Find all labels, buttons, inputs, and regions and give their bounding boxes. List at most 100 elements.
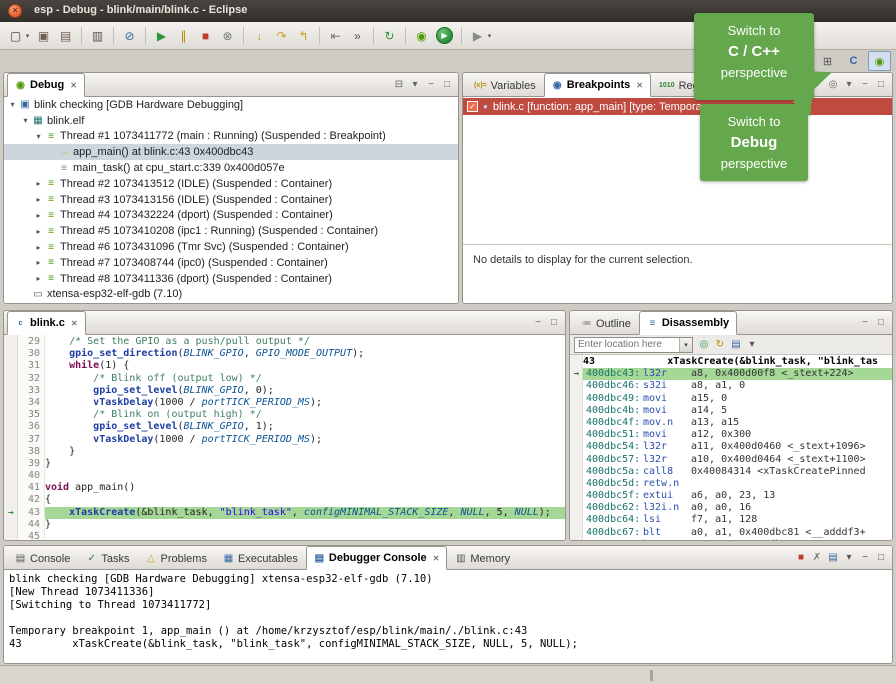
close-tab-icon[interactable]: ✕	[70, 81, 77, 90]
code-editor[interactable]: 29 /* Set the GPIO as a push/pull output…	[4, 335, 565, 540]
instruction-stepping-button[interactable]: »	[347, 25, 368, 46]
save-button[interactable]: ▣	[33, 25, 54, 46]
maximize-icon[interactable]: □	[875, 317, 887, 328]
view-menu-icon[interactable]: ▾	[843, 552, 855, 563]
debug-button[interactable]: ◉	[411, 25, 432, 46]
expand-arrow-icon[interactable]: ▸	[33, 179, 44, 188]
disassembly-line: 400dbc5a:call80x40084314 <xTaskCreatePin…	[570, 466, 892, 478]
tab-breakpoints[interactable]: ◉Breakpoints✕	[544, 73, 651, 97]
thread-item[interactable]: ▸≡Thread #4 1073432224 (dport) (Suspende…	[4, 208, 458, 224]
maximize-icon[interactable]: □	[548, 317, 560, 328]
step-over-button[interactable]: ↷	[271, 25, 292, 46]
expand-arrow-icon[interactable]: ▸	[33, 258, 44, 267]
breakpoint-row[interactable]: ✓ ● blink.c [function: app_main] [type: …	[463, 98, 892, 115]
minimize-icon[interactable]: −	[425, 79, 437, 90]
step-return-button[interactable]: ↰	[293, 25, 314, 46]
remove-launch-icon[interactable]: ✗	[811, 552, 823, 563]
expand-arrow-icon[interactable]: ▸	[33, 211, 44, 220]
minimize-icon[interactable]: −	[859, 317, 871, 328]
disconnect-button[interactable]: ⊗	[217, 25, 238, 46]
expand-arrow-icon[interactable]: ▾	[20, 116, 31, 125]
tab-memory[interactable]: ▥Memory	[447, 548, 518, 569]
show-source-icon[interactable]: ▤	[730, 339, 742, 350]
console-output[interactable]: blink checking [GDB Hardware Debugging] …	[4, 570, 892, 663]
thread-item[interactable]: ▸≡Thread #3 1073413156 (IDLE) (Suspended…	[4, 192, 458, 208]
new-wizard-dropdown-icon[interactable]: ▾	[23, 25, 32, 46]
line-number: 42	[18, 494, 45, 506]
code-line: 41void app_main()	[4, 482, 565, 494]
tab-disassembly[interactable]: ≡Disassembly	[639, 311, 737, 335]
breakpoint-checkbox[interactable]: ✓	[467, 101, 478, 112]
code-line: 42{	[4, 494, 565, 506]
launch-item[interactable]: ▾▣blink checking [GDB Hardware Debugging…	[4, 97, 458, 113]
operands: a11, 0x400d0460 <_stext+1096>	[691, 441, 892, 453]
expand-arrow-icon[interactable]: ▾	[33, 132, 44, 141]
tab-blink-c[interactable]: cblink.c✕	[7, 311, 86, 335]
gdb-process-item[interactable]: ▭xtensa-esp32-elf-gdb (7.10)	[4, 287, 458, 303]
debug-perspective-button[interactable]: ◉	[868, 51, 891, 71]
thread-item[interactable]: ▸≡Thread #7 1073408744 (ipc0) (Suspended…	[4, 255, 458, 271]
expand-arrow-icon[interactable]: ▾	[7, 100, 18, 109]
stack-frame-item[interactable]: →app_main() at blink.c:43 0x400dbc43	[4, 144, 458, 160]
minimize-icon[interactable]: −	[859, 79, 871, 90]
thread-item[interactable]: ▾≡Thread #1 1073411772 (main : Running) …	[4, 129, 458, 145]
refresh-icon[interactable]: ↻	[714, 339, 726, 350]
drop-to-frame-button[interactable]: ⇤	[325, 25, 346, 46]
tab-executables[interactable]: ▦Executables	[215, 548, 306, 569]
disassembly-content[interactable]: 43 xTaskCreate(&blink_task, "blink_tas→4…	[570, 355, 892, 540]
thread-item[interactable]: ▸≡Thread #8 1073411336 (dport) (Suspende…	[4, 271, 458, 287]
program-item-icon: ▦	[31, 115, 45, 126]
resume-button[interactable]: ▶	[151, 25, 172, 46]
tab-tasks[interactable]: ✓Tasks	[78, 548, 137, 569]
maximize-icon[interactable]: □	[441, 79, 453, 90]
open-console-icon[interactable]: ▤	[827, 552, 839, 563]
print-button[interactable]: ▥	[87, 25, 108, 46]
restart-button[interactable]: ↻	[379, 25, 400, 46]
view-menu-icon[interactable]: ▾	[843, 79, 855, 90]
sash-handle[interactable]	[650, 670, 653, 681]
minimize-icon[interactable]: −	[532, 317, 544, 328]
tab-console[interactable]: ▤Console	[7, 548, 78, 569]
expand-arrow-icon[interactable]: ▸	[33, 195, 44, 204]
close-tab-icon[interactable]: ✕	[71, 319, 78, 328]
save-all-button[interactable]: ▤	[55, 25, 76, 46]
view-menu-icon[interactable]: ▾	[746, 339, 758, 350]
terminate-button[interactable]: ■	[195, 25, 216, 46]
locate-pc-icon[interactable]: ◎	[698, 339, 710, 350]
view-menu-icon[interactable]: ▾	[409, 79, 421, 90]
cpp-perspective-button[interactable]: C	[842, 51, 865, 71]
expand-arrow-icon[interactable]: ▸	[33, 243, 44, 252]
program-item[interactable]: ▾▦blink.elf	[4, 113, 458, 129]
thread-item[interactable]: ▸≡Thread #5 1073410208 (ipc1 : Running) …	[4, 223, 458, 239]
expand-arrow-icon[interactable]: ▸	[33, 274, 44, 283]
window-close-button[interactable]: ✕	[8, 4, 22, 18]
minimize-icon[interactable]: −	[859, 552, 871, 563]
terminate-icon[interactable]: ■	[795, 552, 807, 563]
debug-tree[interactable]: ▾▣blink checking [GDB Hardware Debugging…	[4, 97, 458, 303]
thread-item[interactable]: ▸≡Thread #6 1073431096 (Tmr Svc) (Suspen…	[4, 239, 458, 255]
suspend-button[interactable]: ∥	[173, 25, 194, 46]
step-into-button[interactable]: ↓	[249, 25, 270, 46]
close-tab-icon[interactable]: ✕	[433, 554, 440, 563]
tab-variables[interactable]: (x)=Variables	[466, 75, 544, 96]
location-input[interactable]	[575, 339, 679, 350]
tab-debug[interactable]: ◉Debug✕	[7, 73, 85, 97]
maximize-icon[interactable]: □	[875, 552, 887, 563]
skip-all-breakpoints-button[interactable]: ⊘	[119, 25, 140, 46]
maximize-icon[interactable]: □	[875, 79, 887, 90]
collapse-all-icon[interactable]: ⊟	[393, 79, 405, 90]
tab-problems[interactable]: △Problems	[137, 548, 214, 569]
address: 400dbc49:	[583, 393, 643, 405]
combo-dropdown-icon[interactable]: ▾	[679, 338, 692, 352]
run-button[interactable]: ▶	[436, 27, 453, 44]
breakpoints-list[interactable]: ✓ ● blink.c [function: app_main] [type: …	[463, 97, 892, 245]
thread-item[interactable]: ▸≡Thread #2 1073413512 (IDLE) (Suspended…	[4, 176, 458, 192]
close-tab-icon[interactable]: ✕	[636, 81, 643, 90]
location-combo[interactable]: ▾	[574, 337, 693, 353]
tab-outline[interactable]: ≔Outline	[573, 313, 639, 334]
stack-frame-item[interactable]: ≡main_task() at cpu_start.c:339 0x400d05…	[4, 160, 458, 176]
expand-arrow-icon[interactable]: ▸	[33, 227, 44, 236]
address: 400dbc5d:	[583, 478, 643, 490]
external-tools-dropdown-icon[interactable]: ▾	[485, 25, 494, 46]
tab-debugger-console[interactable]: ▤Debugger Console✕	[306, 546, 448, 570]
